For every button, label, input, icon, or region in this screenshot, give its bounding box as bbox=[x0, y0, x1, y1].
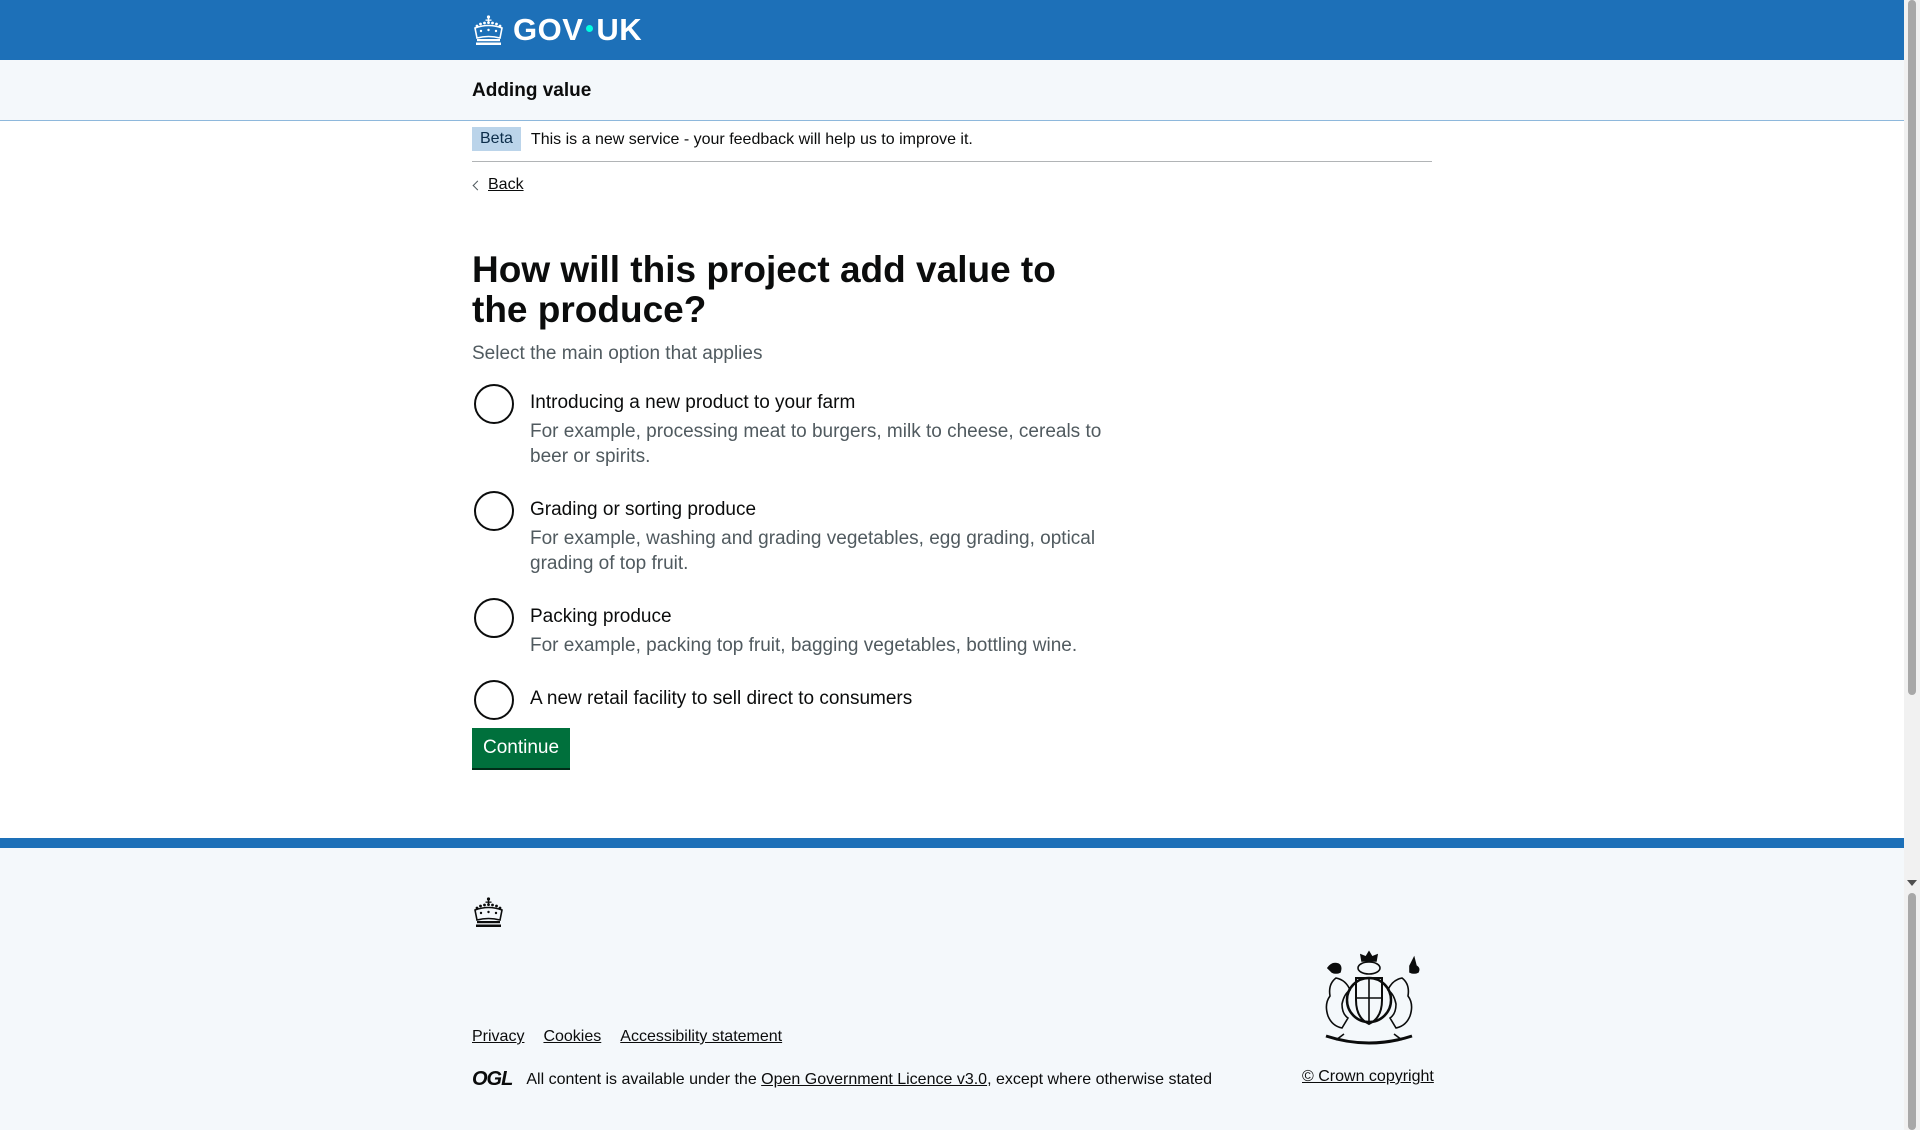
question-hint: Select the main option that applies bbox=[472, 343, 763, 364]
radio-group: Introducing a new product to your farm F… bbox=[472, 382, 1112, 738]
service-name[interactable]: Adding value bbox=[472, 80, 591, 102]
radio-label[interactable]: Grading or sorting produce bbox=[530, 489, 1112, 522]
radio-option-grading-sorting[interactable]: Grading or sorting produce For example, … bbox=[472, 489, 1112, 576]
chevron-left-icon bbox=[472, 180, 483, 190]
gov-header: GOV UK bbox=[0, 0, 1904, 60]
radio-option-new-product[interactable]: Introducing a new product to your farm F… bbox=[472, 382, 1112, 469]
radio-hint: For example, washing and grading vegetab… bbox=[530, 528, 1096, 574]
radio-button[interactable] bbox=[474, 598, 514, 638]
licence-prefix: All content is available under the bbox=[526, 1070, 762, 1088]
footer-link-privacy[interactable]: Privacy bbox=[472, 1028, 524, 1046]
radio-label[interactable]: Packing produce bbox=[530, 596, 1112, 629]
crown-copyright-link[interactable]: © Crown copyright bbox=[1302, 1068, 1434, 1086]
govuk-logo-link[interactable]: GOV UK bbox=[472, 10, 642, 50]
licence-suffix: , except where otherwise stated bbox=[987, 1070, 1213, 1088]
licence: OGL All content is available under the O… bbox=[472, 1068, 1212, 1091]
logo-text-gov: GOV bbox=[513, 12, 584, 47]
logo-dot bbox=[586, 25, 594, 33]
radio-label[interactable]: A new retail facility to sell direct to … bbox=[530, 678, 1112, 711]
vertical-scrollbar[interactable] bbox=[1904, 0, 1920, 1130]
radio-button[interactable] bbox=[474, 680, 514, 720]
back-link[interactable]: Back bbox=[472, 176, 524, 194]
logo-text-uk: UK bbox=[596, 12, 643, 47]
radio-option-packing[interactable]: Packing produce For example, packing top… bbox=[472, 596, 1112, 658]
phase-tag: Beta bbox=[472, 127, 521, 151]
phase-banner-text: This is a new service - your feedback wi… bbox=[530, 131, 973, 148]
royal-coat-of-arms-icon bbox=[1325, 950, 1420, 1045]
page-title: How will this project add value to the p… bbox=[472, 249, 1056, 330]
phase-banner: Beta This is a new service - your feedba… bbox=[472, 127, 1432, 162]
ogl-logo: OGL bbox=[472, 1068, 513, 1090]
radio-hint: For example, packing top fruit, bagging … bbox=[530, 635, 1078, 656]
licence-link[interactable]: Open Government Licence v3.0 bbox=[761, 1071, 987, 1089]
scrollbar-thumb[interactable] bbox=[1908, 0, 1916, 695]
radio-option-retail-facility[interactable]: A new retail facility to sell direct to … bbox=[472, 678, 1112, 720]
footer-links: Privacy Cookies Accessibility statement bbox=[472, 1028, 801, 1046]
scroll-down-arrow-icon[interactable] bbox=[1907, 880, 1917, 886]
crown-icon bbox=[474, 897, 503, 927]
scrollbar-thumb-lower[interactable] bbox=[1908, 893, 1916, 1130]
page: GOV UK Adding value Beta This is a new se… bbox=[0, 0, 1904, 1130]
footer: Privacy Cookies Accessibility statement … bbox=[0, 838, 1904, 1130]
footer-link-cookies[interactable]: Cookies bbox=[543, 1028, 601, 1046]
radio-button[interactable] bbox=[474, 384, 514, 424]
radio-hint: For example, processing meat to burgers,… bbox=[530, 421, 1102, 467]
service-navigation: Adding value bbox=[0, 60, 1904, 121]
continue-button[interactable]: Continue bbox=[472, 728, 571, 768]
radio-label[interactable]: Introducing a new product to your farm bbox=[530, 382, 1112, 415]
radio-button[interactable] bbox=[474, 491, 514, 531]
footer-link-accessibility[interactable]: Accessibility statement bbox=[620, 1028, 782, 1046]
crown-icon bbox=[474, 15, 503, 45]
back-link-label: Back bbox=[488, 176, 524, 193]
